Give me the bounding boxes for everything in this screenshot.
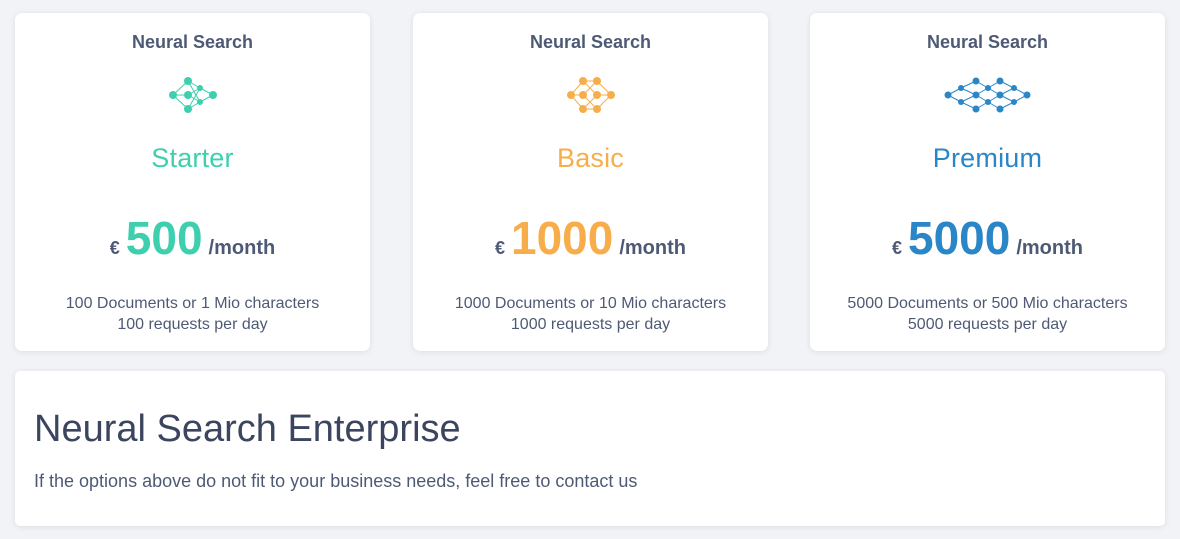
plan-title: Neural Search bbox=[926, 32, 1049, 52]
plan-title: Neural Search bbox=[529, 32, 652, 52]
price-amount: 1000 bbox=[511, 212, 614, 264]
neural-network-icon bbox=[168, 77, 217, 113]
currency-symbol: € bbox=[891, 238, 902, 258]
plan-tier-name: Starter bbox=[151, 143, 234, 173]
plan-requests-limit: 1000 requests per day bbox=[510, 316, 671, 333]
plan-documents-limit: 5000 Documents or 500 Mio characters bbox=[847, 295, 1128, 312]
price-amount: 5000 bbox=[908, 212, 1011, 264]
plan-description: 5000 Documents or 500 Mio characters 500… bbox=[810, 293, 1165, 335]
plan-card-basic[interactable]: Neural Search Basic € 1000 /month 1000 D… bbox=[413, 13, 768, 351]
plan-tier-name: Basic bbox=[556, 143, 625, 173]
plan-card-premium[interactable]: Neural Search Premium € 5000 /month 5000… bbox=[810, 13, 1165, 351]
plan-title: Neural Search bbox=[131, 32, 254, 52]
plan-card-starter[interactable]: Neural Search Starter € 500 /month 100 D… bbox=[15, 13, 370, 351]
plan-price: € 5000 /month bbox=[810, 211, 1165, 267]
neural-network-icon bbox=[566, 77, 615, 113]
enterprise-card[interactable]: Neural Search Enterprise If the options … bbox=[15, 371, 1165, 526]
plan-price: € 1000 /month bbox=[413, 211, 768, 267]
enterprise-title: Neural Search Enterprise bbox=[34, 408, 461, 450]
plan-documents-limit: 1000 Documents or 10 Mio characters bbox=[454, 295, 727, 312]
plan-price: € 500 /month bbox=[15, 211, 370, 267]
enterprise-contact-text: If the options above do not fit to your … bbox=[34, 471, 638, 491]
pricing-plans: Neural Search Starter € 500 /month 100 D… bbox=[0, 0, 1180, 360]
currency-symbol: € bbox=[494, 238, 505, 258]
price-period: /month bbox=[208, 237, 276, 259]
price-period: /month bbox=[619, 237, 686, 259]
plan-description: 100 Documents or 1 Mio characters 100 re… bbox=[15, 293, 370, 335]
plan-requests-limit: 5000 requests per day bbox=[907, 316, 1068, 333]
neural-network-icon bbox=[944, 77, 1030, 113]
price-amount: 500 bbox=[125, 212, 203, 264]
plan-documents-limit: 100 Documents or 1 Mio characters bbox=[65, 295, 320, 312]
plan-tier-name: Premium bbox=[932, 143, 1043, 173]
plan-description: 1000 Documents or 10 Mio characters 1000… bbox=[413, 293, 768, 335]
plan-requests-limit: 100 requests per day bbox=[117, 316, 268, 333]
currency-symbol: € bbox=[109, 238, 120, 258]
price-period: /month bbox=[1016, 237, 1083, 259]
